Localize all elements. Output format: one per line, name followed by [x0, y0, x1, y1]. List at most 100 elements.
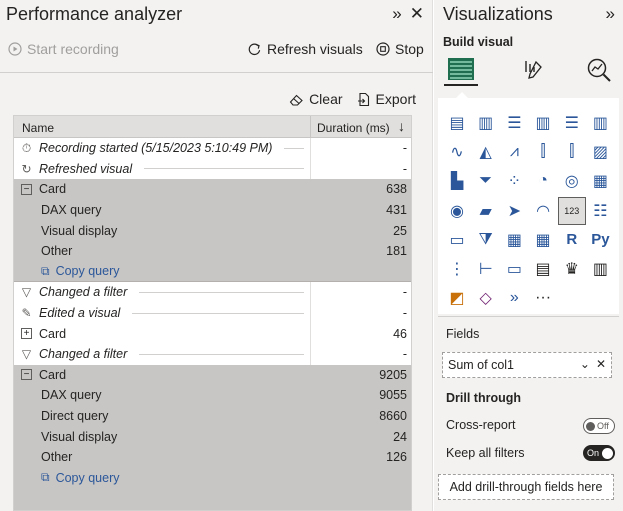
- line-stacked-column-icon[interactable]: ⫿: [530, 139, 556, 165]
- funnel-icon[interactable]: ⏷: [473, 168, 499, 194]
- row-name: Changed a filter: [39, 347, 128, 362]
- toggle-knob: [602, 447, 613, 459]
- table-row[interactable]: Other 126: [14, 446, 411, 468]
- matrix-icon[interactable]: ▦: [530, 227, 556, 253]
- key-influencers-icon[interactable]: ⋮: [444, 256, 470, 282]
- table-row[interactable]: − Card 638: [14, 179, 411, 200]
- fields-well[interactable]: Sum of col1 ⌄ ✕: [442, 352, 612, 378]
- copy-query-row[interactable]: ⧉ Copy query: [14, 467, 411, 489]
- table-row[interactable]: ⏱ Recording started (5/15/2023 5:10:49 PM…: [14, 138, 411, 159]
- stacked-area-icon[interactable]: ⩘: [501, 139, 527, 165]
- scatter-icon[interactable]: ⁘: [501, 168, 527, 194]
- table-row[interactable]: Visual display 25: [14, 220, 411, 241]
- clear-button[interactable]: Clear: [289, 91, 343, 107]
- fields-divider: [438, 316, 619, 317]
- table-row[interactable]: DAX query 431: [14, 199, 411, 221]
- ribbon-chart-icon[interactable]: ▨: [587, 139, 613, 165]
- close-icon[interactable]: ✕: [410, 4, 424, 24]
- waterfall-icon[interactable]: ▙: [444, 168, 470, 194]
- area-chart-icon[interactable]: ◭: [473, 139, 499, 165]
- pie-chart-icon[interactable]: ◔: [530, 168, 556, 194]
- drill-through-well[interactable]: Add drill-through fields here: [438, 474, 614, 500]
- kpi-icon[interactable]: ▭: [444, 227, 470, 253]
- collapse-pane-icon[interactable]: »: [606, 4, 615, 24]
- python-visual-icon[interactable]: Py: [587, 227, 613, 253]
- decomposition-tree-icon[interactable]: ⊢: [473, 256, 499, 282]
- sort-descending-icon[interactable]: ↓: [398, 118, 405, 134]
- table-row[interactable]: ↻ Refreshed visual -: [14, 158, 411, 180]
- collapse-pane-icon[interactable]: »: [392, 4, 401, 24]
- refresh-icon: [248, 43, 261, 55]
- qa-icon[interactable]: ▭: [501, 256, 527, 282]
- table-row[interactable]: + Card 46: [14, 323, 411, 344]
- column-header-name[interactable]: Name: [14, 116, 310, 137]
- copy-query-link[interactable]: Copy query: [56, 471, 120, 485]
- toggle-knob: [586, 421, 595, 431]
- export-label: Export: [375, 91, 416, 107]
- power-apps-icon[interactable]: ◇: [473, 285, 499, 311]
- azure-map-icon[interactable]: ➤: [501, 198, 527, 224]
- table-row[interactable]: Visual display 24: [14, 426, 411, 447]
- card-icon[interactable]: 123: [557, 196, 586, 225]
- row-name-cell: Other: [14, 241, 310, 262]
- treemap-icon[interactable]: ▦: [587, 168, 613, 194]
- row-duration: 25: [310, 220, 411, 241]
- table-row[interactable]: − Card 9205: [14, 364, 411, 386]
- power-automate-icon[interactable]: »: [501, 285, 527, 311]
- table-row[interactable]: DAX query 9055: [14, 385, 411, 406]
- clustered-column-icon[interactable]: ▥: [530, 110, 556, 136]
- visual-gallery-icon[interactable]: [444, 54, 478, 86]
- expand-icon[interactable]: +: [20, 328, 33, 340]
- collapse-icon[interactable]: −: [20, 183, 33, 195]
- collapse-icon[interactable]: −: [20, 369, 33, 381]
- map-icon[interactable]: ◉: [444, 198, 470, 224]
- row-name: Visual display: [41, 429, 118, 444]
- arcgis-icon[interactable]: ◩: [444, 285, 470, 311]
- gauge-icon[interactable]: ◠: [530, 198, 556, 224]
- copy-query-row[interactable]: ⧉ Copy query: [14, 261, 411, 283]
- 100-stacked-bar-icon[interactable]: ☰: [559, 110, 585, 136]
- keep-all-filters-toggle[interactable]: On: [583, 445, 615, 461]
- format-visual-icon[interactable]: [516, 54, 550, 86]
- copy-query-link[interactable]: Copy query: [56, 264, 120, 278]
- visualizations-title: Visualizations: [443, 4, 553, 24]
- analytics-icon[interactable]: [582, 54, 616, 86]
- drill-through-label: Drill through: [446, 391, 521, 405]
- stacked-column-icon[interactable]: ▥: [473, 110, 499, 136]
- remove-field-icon[interactable]: ✕: [596, 357, 606, 371]
- goals-icon[interactable]: ♛: [559, 256, 585, 282]
- paginated-report-icon[interactable]: ▥: [587, 256, 613, 282]
- table-row[interactable]: ✎ Edited a visual -: [14, 302, 411, 324]
- cross-report-toggle[interactable]: Off: [583, 418, 615, 434]
- export-button[interactable]: Export: [357, 91, 416, 107]
- chevron-down-icon[interactable]: ⌄: [580, 357, 590, 371]
- table-row[interactable]: Direct query 8660: [14, 405, 411, 427]
- visualizations-pane: Visualizations » Build visual ▤ ▥ ☰ ▥ ☰ ▥ ∿ ◭ ⩘ ⫿…: [434, 0, 623, 511]
- row-name-cell: + Card: [14, 323, 310, 344]
- more-visuals-icon[interactable]: ···: [530, 285, 556, 311]
- filled-map-icon[interactable]: ▰: [473, 198, 499, 224]
- multi-row-card-icon[interactable]: ☷: [587, 198, 613, 224]
- line-clustered-column-icon[interactable]: ⫿: [559, 139, 585, 165]
- slicer-icon[interactable]: ⧩: [473, 227, 499, 253]
- row-name-cell: ⧉ Copy query: [14, 468, 310, 489]
- donut-chart-icon[interactable]: ◎: [559, 168, 585, 194]
- fields-label: Fields: [446, 327, 480, 341]
- table-row[interactable]: ▽ Changed a filter -: [14, 343, 411, 365]
- 100-stacked-column-icon[interactable]: ▥: [587, 110, 613, 136]
- smart-narrative-icon[interactable]: ▤: [530, 256, 556, 282]
- column-header-duration[interactable]: Duration (ms) ↓: [310, 116, 411, 137]
- table-row[interactable]: Other 181: [14, 240, 411, 262]
- row-duration: 46: [310, 323, 411, 344]
- r-visual-icon[interactable]: R: [559, 227, 585, 253]
- table-icon[interactable]: ▦: [501, 227, 527, 253]
- line-chart-icon[interactable]: ∿: [444, 139, 470, 165]
- start-recording-button[interactable]: Start recording: [8, 41, 119, 57]
- stop-label: Stop: [395, 41, 424, 57]
- row-name: Other: [41, 244, 73, 259]
- stacked-bar-icon[interactable]: ▤: [444, 110, 470, 136]
- clustered-bar-icon[interactable]: ☰: [501, 110, 527, 136]
- stop-button[interactable]: Stop: [376, 41, 424, 57]
- table-row[interactable]: ▽ Changed a filter -: [14, 282, 411, 303]
- refresh-visuals-button[interactable]: Refresh visuals: [247, 41, 363, 57]
